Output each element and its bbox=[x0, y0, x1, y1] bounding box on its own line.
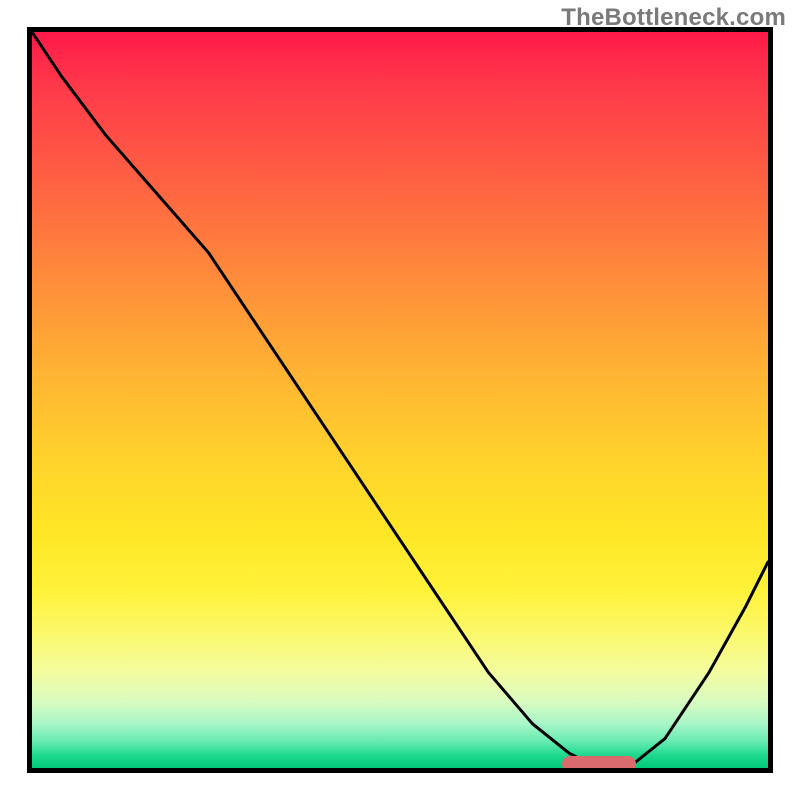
plot-area bbox=[27, 27, 773, 773]
bottleneck-curve bbox=[32, 32, 768, 768]
optimum-marker bbox=[562, 756, 636, 772]
chart-container: TheBottleneck.com bbox=[0, 0, 800, 800]
